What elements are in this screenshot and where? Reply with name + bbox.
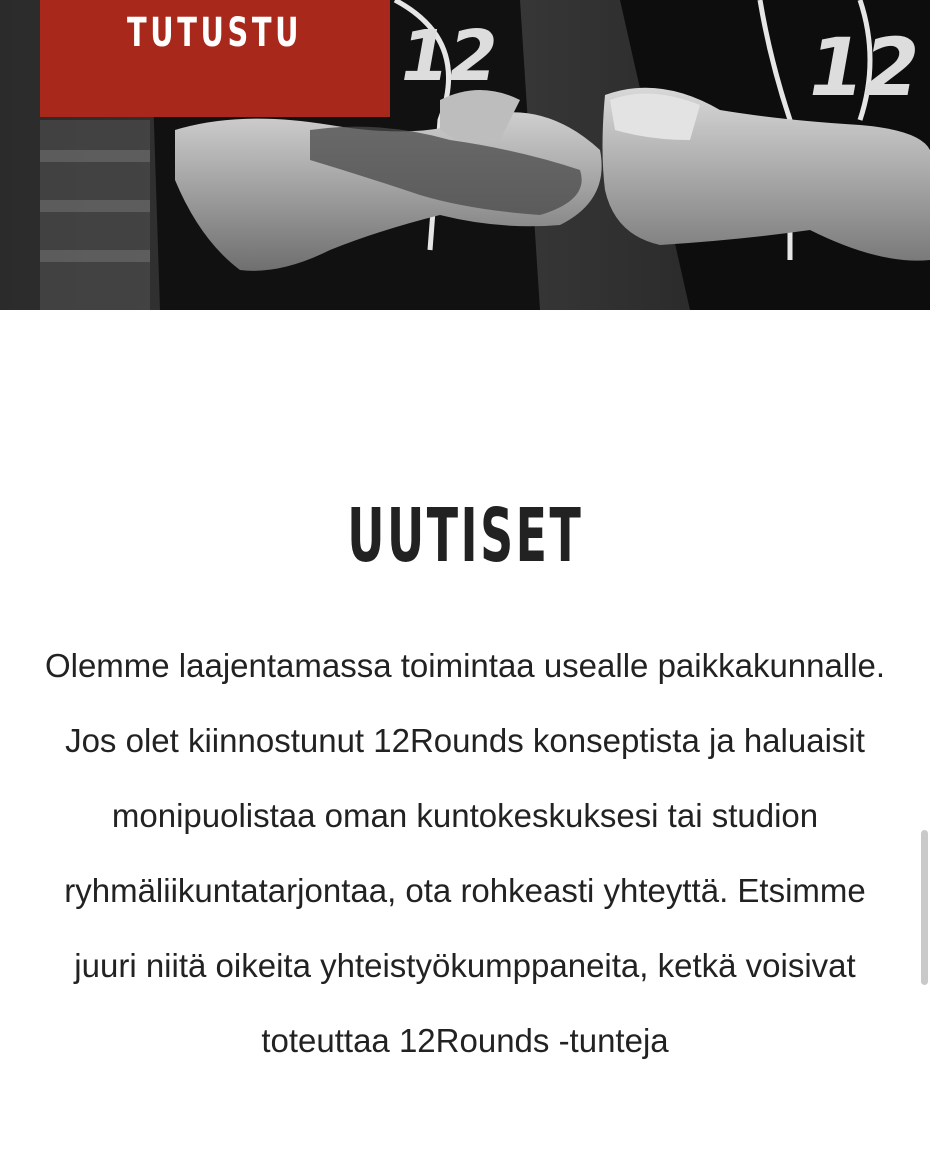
- tutustu-button[interactable]: TUTUSTU: [40, 0, 390, 117]
- svg-text:12: 12: [800, 22, 928, 115]
- svg-text:12: 12: [393, 15, 505, 96]
- tutustu-button-label: TUTUSTU: [127, 10, 303, 56]
- news-title-text: UUTISET: [347, 493, 583, 579]
- scrollbar-thumb[interactable]: [921, 830, 928, 985]
- hero-banner: 12 12 TUTUSTU: [0, 0, 930, 310]
- news-section-title: UUTISET: [0, 488, 930, 584]
- news-body-text: Olemme laajentamassa toimintaa usealle p…: [44, 647, 886, 1059]
